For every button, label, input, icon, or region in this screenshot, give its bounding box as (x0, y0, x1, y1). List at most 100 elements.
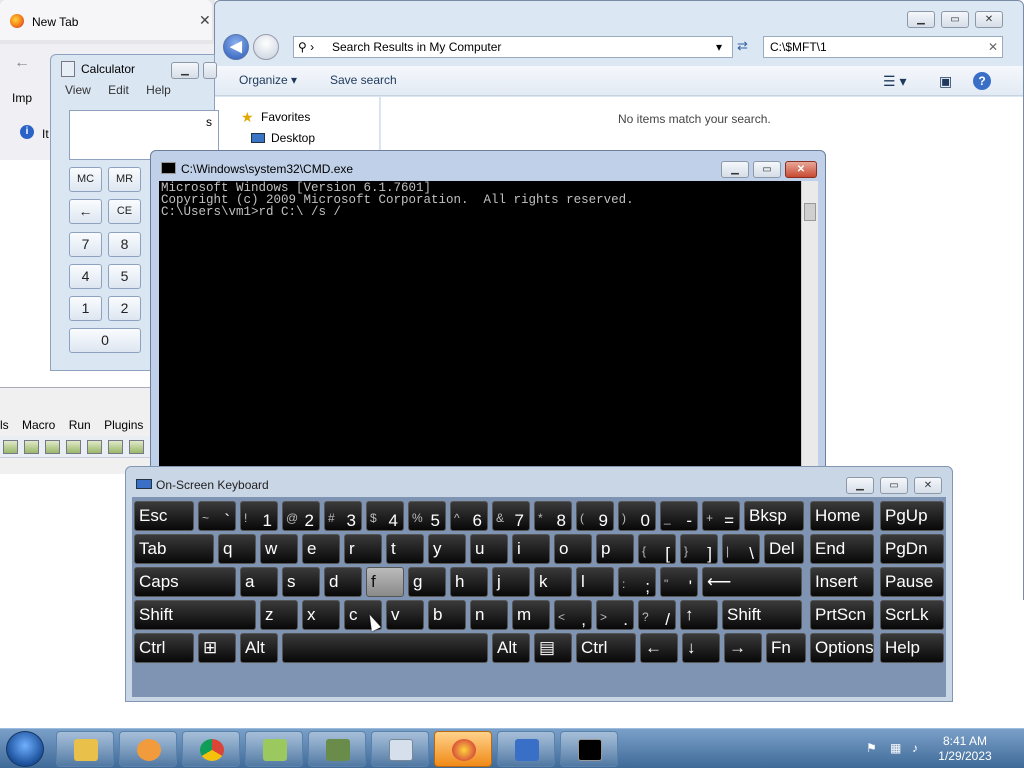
menu-help[interactable]: Help (146, 83, 171, 97)
key-8[interactable]: 8 (108, 232, 141, 257)
key-▤[interactable]: ▤ (534, 633, 572, 663)
import-link[interactable]: Imp (12, 91, 32, 105)
key-Caps[interactable]: Caps (134, 567, 236, 597)
key-1[interactable]: 1 (69, 296, 102, 321)
key-1[interactable]: ! 1 (240, 501, 278, 531)
key--[interactable]: _ - (660, 501, 698, 531)
toolbar-icon[interactable] (87, 440, 102, 454)
key-6[interactable]: ^ 6 (450, 501, 488, 531)
toolbar-icon[interactable] (3, 440, 18, 454)
menu-view[interactable]: View (65, 83, 91, 97)
taskbar-notepadpp[interactable] (245, 731, 303, 767)
key-PgDn[interactable]: PgDn (880, 534, 944, 564)
close-button[interactable]: ✕ (975, 11, 1003, 28)
key-Help[interactable]: Help (880, 633, 944, 663)
toolbar-icon[interactable] (45, 440, 60, 454)
volume-icon[interactable]: ♪ (912, 741, 926, 755)
key-z[interactable]: z (260, 600, 298, 630)
key-Tab[interactable]: Tab (134, 534, 214, 564)
taskbar-firefox[interactable] (434, 731, 492, 767)
toolbar-icon[interactable] (108, 440, 123, 454)
key-←[interactable]: ← (640, 633, 678, 663)
key-o[interactable]: o (554, 534, 592, 564)
key-m[interactable]: m (512, 600, 550, 630)
key-Esc[interactable]: Esc (134, 501, 194, 531)
flag-icon[interactable]: ⚑ (866, 741, 880, 755)
key-.[interactable]: >. (596, 600, 634, 630)
key-4[interactable]: $4 (366, 501, 404, 531)
key-w[interactable]: w (260, 534, 298, 564)
key-g[interactable]: g (408, 567, 446, 597)
key-Bksp[interactable]: Bksp (744, 501, 804, 531)
key-Alt[interactable]: Alt (492, 633, 530, 663)
minimize-button[interactable]: ▁ (721, 161, 749, 178)
key-Pause[interactable]: Pause (880, 567, 944, 597)
key-mr[interactable]: MR (108, 167, 141, 192)
key-h[interactable]: h (450, 567, 488, 597)
menu-item-plugins[interactable]: Plugins (104, 418, 143, 432)
maximize-button[interactable]: ▭ (880, 477, 908, 494)
key-0[interactable]: 0 (69, 328, 141, 353)
taskbar-cmd[interactable] (560, 731, 618, 767)
back-icon[interactable]: ← (14, 54, 30, 72)
toolbar-icon[interactable] (24, 440, 39, 454)
taskbar-calculator[interactable] (371, 731, 429, 767)
key-2[interactable]: @2 (282, 501, 320, 531)
address-dropdown-icon[interactable]: ▾ (716, 40, 722, 54)
key-y[interactable]: y (428, 534, 466, 564)
key-a[interactable]: a (240, 567, 278, 597)
key-7[interactable]: 7 (69, 232, 102, 257)
minimize-button[interactable]: ▁ (907, 11, 935, 28)
key-q[interactable]: q (218, 534, 256, 564)
organize-button[interactable]: Organize ▾ (239, 73, 297, 87)
key-`[interactable]: ~ ` (198, 501, 236, 531)
key-7[interactable]: & 7 (492, 501, 530, 531)
key-j[interactable]: j (492, 567, 530, 597)
key-Del[interactable]: Del (764, 534, 804, 564)
key-↓[interactable]: ↓ (682, 633, 720, 663)
clock[interactable]: 8:41 AM 1/29/2023 (930, 734, 1000, 764)
taskbar-chrome[interactable] (182, 731, 240, 767)
maximize-button[interactable]: ▭ (753, 161, 781, 178)
key-[[interactable]: {[ (638, 534, 676, 564)
menu-item-tools[interactable]: ls (0, 418, 9, 432)
scrollbar-thumb[interactable] (804, 203, 816, 221)
key-3[interactable]: #3 (324, 501, 362, 531)
menu-item-macro[interactable]: Macro (22, 418, 55, 432)
key-=[interactable]: + = (702, 501, 740, 531)
key-5[interactable]: % 5 (408, 501, 446, 531)
key-End[interactable]: End (810, 534, 874, 564)
search-input[interactable]: C:\$MFT\1 (770, 40, 827, 54)
key-Shift[interactable]: Shift (722, 600, 802, 630)
refresh-icon[interactable]: ⇄ (737, 38, 748, 54)
maximize-button[interactable]: ▭ (941, 11, 969, 28)
key-,[interactable]: <, (554, 600, 592, 630)
network-icon[interactable]: ▦ (890, 741, 904, 755)
key-Home[interactable]: Home (810, 501, 874, 531)
address-bar[interactable]: ⚲ › Search Results in My Computer ▾ (293, 36, 733, 58)
key-][interactable]: }] (680, 534, 718, 564)
preview-pane-icon[interactable]: ▣ (939, 73, 952, 90)
close-button[interactable]: ✕ (914, 477, 942, 494)
taskbar-osk[interactable] (497, 731, 555, 767)
key-2[interactable]: 2 (108, 296, 141, 321)
nav-favorites[interactable]: Favorites (261, 110, 310, 124)
taskbar-game[interactable] (308, 731, 366, 767)
firefox-tab[interactable]: New Tab ✕ (0, 0, 212, 40)
key-s[interactable]: s (282, 567, 320, 597)
key-Alt[interactable]: Alt (240, 633, 278, 663)
tab-close-icon[interactable]: ✕ (199, 12, 211, 29)
console-output[interactable]: Microsoft Windows [Version 6.1.7601] Copy… (159, 181, 801, 471)
key-ce[interactable]: CE (108, 199, 141, 224)
key-Ctrl[interactable]: Ctrl (576, 633, 636, 663)
toolbar-icon[interactable] (129, 440, 144, 454)
menu-edit[interactable]: Edit (108, 83, 129, 97)
views-icon[interactable]: ☰ ▾ (883, 73, 906, 90)
key-ScrLk[interactable]: ScrLk (880, 600, 944, 630)
key-Options[interactable]: Options (810, 633, 874, 663)
console-scrollbar[interactable] (801, 181, 818, 471)
key-8[interactable]: * 8 (534, 501, 572, 531)
key-i[interactable]: i (512, 534, 550, 564)
key-'[interactable]: " ' (660, 567, 698, 597)
key-PrtScn[interactable]: PrtScn (810, 600, 874, 630)
